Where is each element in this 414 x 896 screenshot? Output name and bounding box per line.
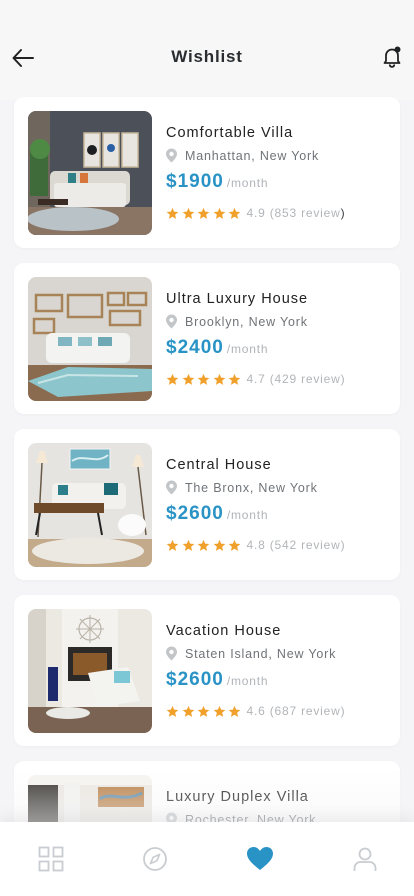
star-icon (197, 539, 210, 551)
property-title: Comfortable Villa (166, 125, 294, 141)
review-count: 429 review (274, 372, 341, 386)
rating-text: 4.9 (853 review) (247, 206, 346, 220)
review-count: 687 review (274, 704, 341, 718)
location-text: Staten Island, New York (185, 646, 337, 661)
star-icon (166, 705, 179, 717)
star-icon (228, 705, 241, 717)
property-price: $2400 /month (166, 337, 268, 359)
page-title: Wishlist (171, 47, 243, 66)
property-photo (28, 277, 152, 401)
nav-home[interactable] (38, 846, 64, 872)
star-icon (166, 207, 179, 219)
bottom-nav (0, 822, 414, 896)
location-pin-icon (166, 646, 177, 661)
price-unit: /month (226, 508, 269, 522)
star-rating (166, 705, 244, 718)
property-photo (28, 111, 152, 235)
price-value: $1900 (166, 171, 224, 192)
star-rating (166, 539, 244, 552)
location-pin-icon (166, 480, 177, 495)
rating-close-paren: ) (340, 372, 346, 386)
star-icon (228, 373, 241, 385)
location-text: The Bronx, New York (185, 480, 318, 495)
property-photo (28, 443, 152, 567)
bell-icon (383, 46, 401, 68)
price-value: $2600 (166, 503, 224, 524)
wishlist-card[interactable]: Vacation House Staten Island, New York $… (14, 595, 400, 746)
star-icon (228, 539, 241, 551)
notifications-button[interactable] (380, 44, 404, 70)
star-icon (182, 705, 194, 717)
price-unit: /month (226, 342, 269, 356)
property-location: The Bronx, New York (165, 480, 318, 495)
property-rating: 4.9 (853 review) (166, 206, 345, 220)
star-icon (197, 705, 210, 717)
star-icon (213, 539, 225, 551)
property-title: Ultra Luxury House (166, 291, 309, 307)
property-location: Brooklyn, New York (165, 314, 308, 329)
rating-text: 4.6 (687 review) (247, 704, 346, 718)
rating-text: 4.8 (542 review) (247, 538, 346, 552)
location-text: Manhattan, New York (185, 148, 320, 163)
header: Wishlist (0, 0, 414, 100)
price-value: $2400 (166, 337, 224, 358)
star-rating (166, 207, 244, 220)
wishlist-list: Comfortable Villa Manhattan, New York $1… (14, 97, 400, 896)
property-rating: 4.8 (542 review) (166, 538, 345, 552)
location-pin-icon (166, 314, 177, 329)
rating-close-paren: ) (340, 538, 346, 552)
property-title: Luxury Duplex Villa (166, 789, 309, 805)
location-pin-icon (166, 148, 177, 163)
star-icon (197, 207, 210, 219)
property-location: Manhattan, New York (165, 148, 319, 163)
nav-profile[interactable] (352, 846, 378, 872)
heart-icon (247, 847, 273, 870)
review-count: 853 review (274, 206, 341, 220)
star-icon (213, 373, 225, 385)
star-icon (197, 373, 210, 385)
price-value: $2600 (166, 669, 224, 690)
property-price: $2600 /month (166, 503, 268, 525)
property-title: Central House (166, 457, 272, 473)
property-price: $1900 /month (166, 171, 268, 193)
price-unit: /month (226, 176, 269, 190)
nav-explore[interactable] (142, 846, 168, 872)
star-icon (213, 705, 225, 717)
rating-close-paren: ) (340, 206, 346, 220)
wishlist-card[interactable]: Central House The Bronx, New York $2600 … (14, 429, 400, 580)
star-icon (166, 539, 179, 551)
rating-close-paren: ) (340, 704, 346, 718)
star-icon (182, 373, 194, 385)
compass-icon (143, 847, 167, 871)
wishlist-card[interactable]: Comfortable Villa Manhattan, New York $1… (14, 97, 400, 248)
star-icon (182, 207, 194, 219)
wishlist-card[interactable]: Ultra Luxury House Brooklyn, New York $2… (14, 263, 400, 414)
star-rating (166, 373, 244, 386)
nav-wishlist[interactable] (246, 846, 274, 872)
star-icon (166, 373, 179, 385)
rating-value: 4.9 (246, 206, 266, 220)
star-icon (182, 539, 194, 551)
rating-text: 4.7 (429 review) (247, 372, 346, 386)
rating-value: 4.8 (246, 538, 266, 552)
rating-value: 4.7 (246, 372, 266, 386)
property-rating: 4.6 (687 review) (166, 704, 345, 718)
property-price: $2600 /month (166, 669, 268, 691)
property-title: Vacation House (166, 623, 282, 639)
star-icon (213, 207, 225, 219)
grid-icon (38, 846, 64, 872)
property-location: Staten Island, New York (165, 646, 336, 661)
rating-value: 4.6 (246, 704, 266, 718)
user-icon (353, 847, 377, 871)
property-photo (28, 609, 152, 733)
property-rating: 4.7 (429 review) (166, 372, 345, 386)
notification-dot (394, 46, 401, 53)
review-count: 542 review (274, 538, 341, 552)
location-text: Brooklyn, New York (185, 314, 308, 329)
price-unit: /month (226, 674, 269, 688)
star-icon (228, 207, 241, 219)
